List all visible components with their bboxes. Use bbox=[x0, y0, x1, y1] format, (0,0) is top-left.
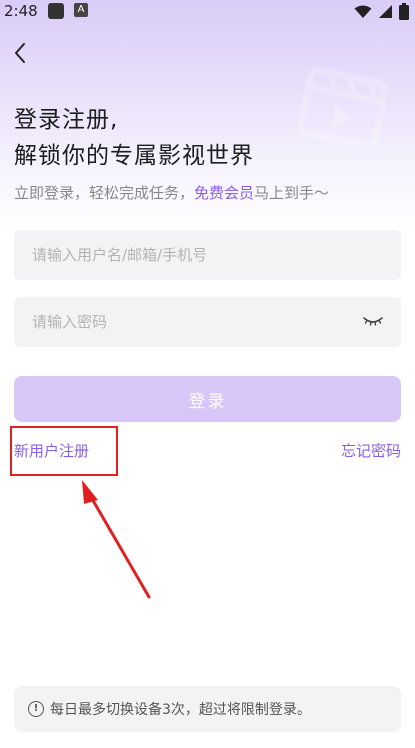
password-field bbox=[14, 297, 401, 347]
notification-app-icon bbox=[48, 3, 64, 19]
subtitle-prefix: 立即登录，轻松完成任务， bbox=[14, 184, 195, 202]
notice-text: 每日最多切换设备3次，超过将限制登录。 bbox=[50, 702, 311, 718]
subtitle: 立即登录，轻松完成任务，免费会员马上到手～ bbox=[14, 182, 329, 203]
login-button[interactable]: 登录 bbox=[14, 376, 401, 422]
back-button[interactable] bbox=[8, 40, 32, 66]
signal-icon bbox=[379, 5, 392, 18]
headline-line1: 登录注册, bbox=[14, 107, 119, 133]
username-input[interactable] bbox=[14, 230, 401, 280]
status-bar: 2:48 A bbox=[0, 0, 415, 24]
notice-banner: ! 每日最多切换设备3次，超过将限制登录。 bbox=[14, 686, 401, 732]
headline-line2: 解锁你的专属影视世界 bbox=[14, 136, 254, 170]
annotation-highlight-box bbox=[10, 426, 118, 476]
forgot-password-link[interactable]: 忘记密码 bbox=[341, 440, 401, 461]
password-input[interactable] bbox=[14, 297, 401, 347]
battery-icon bbox=[399, 3, 409, 20]
eye-closed-icon[interactable] bbox=[363, 314, 383, 328]
chevron-left-icon bbox=[15, 43, 25, 63]
status-icons bbox=[354, 3, 409, 20]
info-icon: ! bbox=[28, 701, 44, 717]
status-time: 2:48 bbox=[4, 2, 38, 20]
username-field bbox=[14, 230, 401, 280]
subtitle-highlight: 免费会员 bbox=[194, 184, 255, 202]
wifi-icon bbox=[354, 5, 372, 18]
headline-suffix: 世界 bbox=[206, 143, 254, 169]
subtitle-suffix: 马上到手～ bbox=[254, 184, 330, 202]
clapperboard-icon bbox=[297, 66, 389, 150]
headline-highlight: 专属影视 bbox=[108, 136, 210, 170]
headline-prefix: 解锁你的 bbox=[14, 143, 110, 169]
notification-a-icon: A bbox=[74, 3, 88, 17]
